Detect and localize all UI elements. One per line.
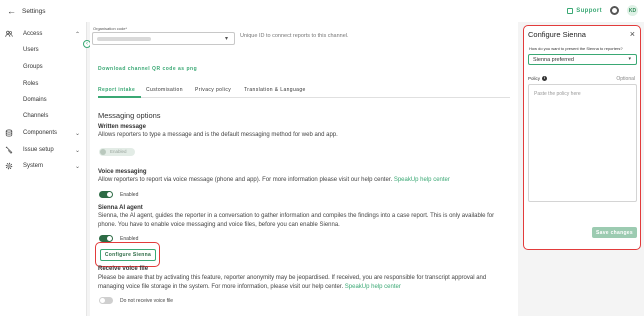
chevron-down-icon: ⌄	[75, 147, 81, 154]
sidebar-item-users[interactable]: Users	[23, 47, 39, 53]
sidebar-label-system: System	[23, 163, 44, 169]
support-link[interactable]: Support	[567, 7, 602, 14]
sienna-ai-desc-2: phone. You have to enable voice messagin…	[98, 222, 340, 228]
support-icon	[567, 7, 574, 14]
policy-placeholder: Paste the policy here	[534, 91, 581, 97]
sienna-ai-toggle[interactable]	[99, 235, 113, 242]
sidebar-label-components: Components	[23, 130, 58, 136]
receive-voice-file-desc-text: managing voice file storage in the syste…	[98, 284, 344, 290]
receive-voice-file-title: Receive voice file	[98, 266, 149, 272]
sienna-ai-title: Sienna AI agent	[98, 205, 143, 211]
presentation-question: How do you want to present the Sienna to…	[529, 46, 623, 51]
panel-title: Configure Sienna	[528, 30, 586, 39]
close-icon[interactable]: ×	[630, 29, 635, 39]
help-center-link[interactable]: SpeakUp help center	[394, 177, 450, 183]
avatar[interactable]: KD	[627, 5, 638, 16]
info-icon[interactable]: i	[542, 76, 548, 81]
tab-privacy-policy[interactable]: Privacy policy	[195, 87, 231, 93]
active-tab-indicator	[98, 96, 141, 98]
download-qr-link[interactable]: Download channel QR code as png	[98, 66, 197, 72]
written-message-desc: Allows reporters to type a message and i…	[98, 132, 338, 138]
sidebar-item-system[interactable]: System ⌄	[0, 159, 87, 173]
written-message-toggle-label: Enabled	[110, 149, 127, 154]
policy-label: Policy i	[528, 76, 548, 81]
org-code-label: Organisation code*	[93, 26, 128, 31]
people-icon	[5, 30, 13, 37]
written-message-title: Written message	[98, 124, 146, 130]
sidebar-item-roles[interactable]: Roles	[23, 81, 38, 87]
sidebar-item-components[interactable]: Components ⌄	[0, 126, 87, 140]
policy-optional: Optional	[616, 76, 635, 82]
policy-textarea[interactable]: Paste the policy here	[528, 84, 637, 202]
tab-report-intake[interactable]: Report intake	[98, 87, 135, 93]
sidebar-item-groups[interactable]: Groups	[23, 64, 43, 70]
receive-voice-file-desc-2: managing voice file storage in the syste…	[98, 283, 513, 292]
sidebar: ‹ Access ⌃ Users Groups Roles Domains Ch…	[0, 22, 91, 316]
gear-icon	[5, 162, 13, 170]
settings-gear-icon[interactable]	[610, 6, 619, 15]
configure-sienna-panel: Configure Sienna × How do you want to pr…	[523, 25, 641, 250]
redacted-value	[97, 37, 151, 41]
sidebar-label-issue-setup: Issue setup	[23, 147, 54, 153]
tab-bar: Report intake Customisation Privacy poli…	[98, 85, 510, 98]
tab-customisation[interactable]: Customisation	[146, 87, 183, 93]
sidebar-label-access: Access	[23, 31, 43, 37]
receive-voice-file-toggle[interactable]	[99, 297, 113, 304]
help-center-link[interactable]: SpeakUp help center	[345, 284, 401, 290]
top-right-actions: Support KD	[567, 5, 638, 16]
save-changes-button[interactable]: Save changes	[592, 227, 637, 238]
voice-messaging-desc: Allow reporters to report via voice mess…	[98, 176, 513, 185]
sidebar-item-channels[interactable]: Channels	[23, 113, 48, 119]
voice-messaging-toggle[interactable]	[99, 191, 113, 198]
presentation-select[interactable]: Sienna preferred ▾	[528, 54, 637, 65]
org-code-select[interactable]: ▾	[92, 32, 235, 45]
back-to-settings[interactable]: ← Settings	[7, 6, 46, 16]
caret-down-icon: ▾	[628, 56, 631, 62]
channel-settings-main: Organisation code* ▾ Unique ID to connec…	[90, 22, 518, 316]
top-bar: ← Settings Support KD	[0, 0, 644, 22]
voice-messaging-toggle-label: Enabled	[120, 192, 139, 198]
section-title: Messaging options	[98, 111, 161, 120]
sidebar-item-issue-setup[interactable]: Issue setup ⌄	[0, 143, 87, 157]
sienna-ai-desc-1: Sienna, the AI agent, guides the reporte…	[98, 213, 495, 219]
receive-voice-file-desc-1: Please be aware that by activating this …	[98, 275, 487, 281]
sidebar-item-domains[interactable]: Domains	[23, 97, 47, 103]
configure-sienna-button[interactable]: Configure Sienna	[100, 249, 156, 261]
voice-messaging-desc-text: Allow reporters to report via voice mess…	[98, 177, 393, 183]
database-icon	[5, 129, 13, 137]
voice-messaging-title: Voice messaging	[98, 169, 147, 175]
presentation-select-value: Sienna preferred	[533, 57, 574, 63]
sidebar-item-access[interactable]: Access ⌃	[0, 27, 87, 41]
arrow-left-icon: ←	[7, 6, 16, 16]
tab-translation-language[interactable]: Translation & Language	[244, 87, 306, 93]
chevron-down-icon: ⌄	[75, 130, 81, 137]
support-label: Support	[576, 7, 602, 14]
policy-label-text: Policy	[528, 76, 541, 81]
tools-icon	[5, 146, 13, 154]
org-code-hint: Unique ID to connect reports to this cha…	[240, 33, 349, 39]
chevron-up-icon: ⌃	[75, 31, 81, 38]
caret-down-icon: ▾	[224, 36, 228, 42]
chevron-down-icon: ⌄	[75, 163, 81, 170]
receive-voice-file-toggle-label: Do not receive voice file	[120, 298, 174, 304]
back-label: Settings	[22, 7, 46, 15]
